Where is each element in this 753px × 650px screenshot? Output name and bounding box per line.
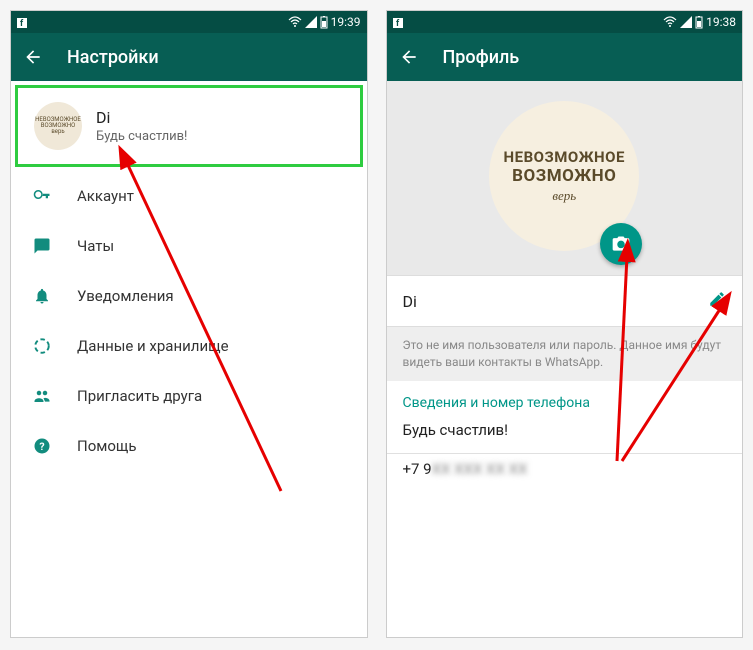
help-icon: ? bbox=[31, 437, 53, 455]
back-button[interactable] bbox=[23, 47, 43, 67]
wifi-icon bbox=[663, 16, 677, 28]
settings-item-help[interactable]: ? Помощь bbox=[11, 421, 367, 471]
people-icon bbox=[31, 387, 53, 405]
back-button[interactable] bbox=[399, 47, 419, 67]
settings-list: НЕВОЗМОЖНОЕ ВОЗМОЖНО верь Di Будь счастл… bbox=[11, 81, 367, 637]
battery-icon bbox=[320, 16, 328, 29]
status-bar: f 19:39 bbox=[11, 11, 367, 33]
settings-item-label: Уведомления bbox=[77, 287, 174, 305]
avatar: НЕВОЗМОЖНОЕ ВОЗМОЖНО верь bbox=[34, 102, 82, 150]
settings-item-label: Помощь bbox=[77, 437, 137, 455]
phone-row[interactable]: +7 9XX XXX XX XX bbox=[387, 454, 743, 492]
settings-item-notifications[interactable]: Уведомления bbox=[11, 271, 367, 321]
data-icon bbox=[31, 337, 53, 355]
name-hint: Это не имя пользователя или пароль. Данн… bbox=[387, 327, 743, 381]
clock: 19:38 bbox=[706, 15, 736, 29]
page-title: Профиль bbox=[443, 47, 520, 68]
svg-text:?: ? bbox=[39, 440, 44, 453]
chat-icon bbox=[31, 237, 53, 255]
camera-button[interactable] bbox=[600, 223, 642, 265]
profile-header: НЕВОЗМОЖНОЕ ВОЗМОЖНО верь bbox=[387, 81, 743, 275]
settings-item-label: Данные и хранилище bbox=[77, 337, 229, 355]
phone-settings: f 19:39 Настройки НЕВОЗМОЖНОЕ ВОЗМОЖНО в… bbox=[10, 10, 368, 638]
signal-icon bbox=[305, 16, 317, 28]
camera-icon bbox=[611, 234, 631, 254]
settings-item-invite[interactable]: Пригласить друга bbox=[11, 371, 367, 421]
name-row[interactable]: Di bbox=[387, 275, 743, 327]
battery-icon bbox=[695, 16, 703, 29]
settings-item-data[interactable]: Данные и хранилище bbox=[11, 321, 367, 371]
section-about-phone: Сведения и номер телефона bbox=[387, 381, 743, 415]
app-bar: Настройки bbox=[11, 33, 367, 81]
bell-icon bbox=[31, 287, 53, 305]
profile-card[interactable]: НЕВОЗМОЖНОЕ ВОЗМОЖНО верь Di Будь счастл… bbox=[15, 85, 363, 167]
about-row[interactable]: Будь счастлив! bbox=[387, 415, 743, 453]
settings-item-chats[interactable]: Чаты bbox=[11, 221, 367, 271]
settings-item-account[interactable]: Аккаунт bbox=[11, 171, 367, 221]
profile-name: Di bbox=[96, 108, 187, 127]
key-icon bbox=[31, 187, 53, 205]
settings-item-label: Пригласить друга bbox=[77, 387, 202, 405]
status-bar: f 19:38 bbox=[387, 11, 743, 33]
fb-icon: f bbox=[393, 15, 403, 29]
settings-item-label: Чаты bbox=[77, 237, 114, 255]
settings-item-label: Аккаунт bbox=[77, 187, 134, 205]
wifi-icon bbox=[288, 16, 302, 28]
signal-icon bbox=[680, 16, 692, 28]
clock: 19:39 bbox=[331, 15, 361, 29]
fb-icon: f bbox=[17, 15, 27, 29]
pencil-icon bbox=[708, 290, 726, 308]
profile-content: НЕВОЗМОЖНОЕ ВОЗМОЖНО верь Di Это не имя … bbox=[387, 81, 743, 637]
edit-name-button[interactable] bbox=[708, 290, 726, 312]
page-title: Настройки bbox=[67, 47, 159, 68]
name-value: Di bbox=[403, 292, 417, 311]
phone-profile: f 19:38 Профиль НЕВОЗМОЖНОЕ ВОЗМОЖНО вер… bbox=[386, 10, 744, 638]
app-bar: Профиль bbox=[387, 33, 743, 81]
profile-status: Будь счастлив! bbox=[96, 129, 187, 144]
